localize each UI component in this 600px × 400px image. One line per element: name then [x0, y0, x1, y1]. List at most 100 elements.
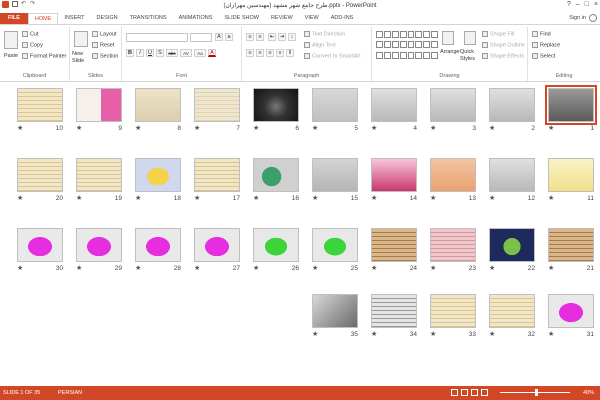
tab-home[interactable]: HOME	[27, 13, 59, 24]
zoom-slider-handle[interactable]	[535, 389, 538, 396]
animation-star-icon[interactable]: ★	[76, 264, 82, 272]
animation-star-icon[interactable]: ★	[17, 124, 23, 132]
animation-star-icon[interactable]: ★	[489, 124, 495, 132]
tab-review[interactable]: REVIEW	[265, 13, 299, 24]
copy-button[interactable]: Copy	[22, 42, 43, 48]
layout-button[interactable]: Layout	[92, 31, 117, 37]
tab-file[interactable]: FILE	[0, 13, 28, 24]
tab-insert[interactable]: INSERT	[58, 13, 90, 24]
animation-star-icon[interactable]: ★	[489, 194, 495, 202]
convert-smartart-button[interactable]: Convert to SmartArt	[304, 53, 361, 59]
animation-star-icon[interactable]: ★	[312, 330, 318, 338]
animation-star-icon[interactable]: ★	[430, 194, 436, 202]
tab-slide-show[interactable]: SLIDE SHOW	[218, 13, 265, 24]
sign-in-link[interactable]: Sign in	[569, 15, 586, 21]
animation-star-icon[interactable]: ★	[371, 124, 377, 132]
slide-thumbnail[interactable]	[17, 228, 63, 262]
arrange-icon[interactable]	[442, 31, 454, 45]
slide-thumbnail[interactable]	[194, 228, 240, 262]
normal-view-icon[interactable]	[451, 389, 458, 396]
replace-button[interactable]: Replace	[532, 42, 560, 48]
help-button[interactable]: ?	[567, 1, 571, 8]
align-right-icon[interactable]: ≡	[266, 49, 274, 57]
shrink-font-icon[interactable]: a	[225, 33, 233, 41]
slide-thumbnail[interactable]	[489, 294, 535, 328]
arrange-button[interactable]: Arrange	[440, 49, 460, 55]
animation-star-icon[interactable]: ★	[548, 194, 554, 202]
language-indicator[interactable]: PERSIAN	[58, 390, 82, 396]
animation-star-icon[interactable]: ★	[76, 124, 82, 132]
cut-button[interactable]: Cut	[22, 31, 39, 37]
font-size-combo[interactable]	[190, 33, 212, 42]
animation-star-icon[interactable]: ★	[253, 264, 259, 272]
slide-thumbnail[interactable]	[548, 294, 594, 328]
slide-thumbnail[interactable]	[312, 88, 358, 122]
zoom-level[interactable]: 40%	[583, 390, 594, 396]
align-left-icon[interactable]: ≡	[246, 49, 254, 57]
animation-star-icon[interactable]: ★	[489, 264, 495, 272]
animation-star-icon[interactable]: ★	[135, 124, 141, 132]
minimize-button[interactable]: –	[576, 1, 580, 8]
slide-sorter-view-icon[interactable]	[461, 389, 468, 396]
animation-star-icon[interactable]: ★	[548, 330, 554, 338]
shapes-gallery[interactable]	[376, 31, 438, 61]
line-spacing-icon[interactable]: ↕	[288, 33, 296, 41]
animation-star-icon[interactable]: ★	[194, 124, 200, 132]
slide-thumbnail[interactable]	[194, 158, 240, 192]
quick-styles-icon[interactable]	[464, 31, 476, 45]
text-direction-button[interactable]: Text Direction	[304, 31, 345, 37]
maximize-button[interactable]: □	[585, 1, 589, 8]
decrease-indent-icon[interactable]: ⇤	[268, 33, 276, 41]
slide-thumbnail[interactable]	[545, 85, 597, 125]
tab-animations[interactable]: ANIMATIONS	[173, 13, 219, 24]
justify-icon[interactable]: ≡	[276, 49, 284, 57]
slide-thumbnail[interactable]	[194, 88, 240, 122]
tab-transitions[interactable]: TRANSITIONS	[124, 13, 173, 24]
slide-thumbnail[interactable]	[253, 228, 299, 262]
animation-star-icon[interactable]: ★	[194, 264, 200, 272]
slide-thumbnail[interactable]	[489, 88, 535, 122]
slide-sorter[interactable]: ★ 1 ★ 2 ★ 3 ★ 4 ★ 5 ★ 6 ★ 7 ★ 8 ★ 9 ★ 10 ★ 11 ★ 12 ★ 13 ★ 14 ★ 15 ★ 16 ★…	[0, 82, 600, 384]
tab-add-ins[interactable]: ADD-INS	[325, 13, 360, 24]
new-slide-icon[interactable]	[74, 31, 88, 47]
tab-view[interactable]: VIEW	[299, 13, 325, 24]
slide-thumbnail[interactable]	[76, 158, 122, 192]
paste-icon[interactable]	[4, 31, 18, 49]
underline-button[interactable]: U	[146, 49, 154, 57]
shape-outline-button[interactable]: Shape Outline	[482, 42, 525, 48]
bold-button[interactable]: B	[126, 49, 134, 57]
animation-star-icon[interactable]: ★	[548, 124, 554, 132]
align-text-button[interactable]: Align Text	[304, 42, 336, 48]
increase-indent-icon[interactable]: ⇥	[278, 33, 286, 41]
new-slide-button[interactable]: New Slide	[72, 51, 92, 65]
feedback-smiley-icon[interactable]	[589, 14, 597, 22]
paste-button[interactable]: Paste	[4, 53, 18, 59]
animation-star-icon[interactable]: ★	[135, 264, 141, 272]
slide-thumbnail[interactable]	[371, 88, 417, 122]
slide-thumbnail[interactable]	[548, 158, 594, 192]
slide-thumbnail[interactable]	[253, 158, 299, 192]
slide-thumbnail[interactable]	[135, 228, 181, 262]
italic-button[interactable]: I	[136, 49, 144, 57]
reset-button[interactable]: Reset	[92, 42, 114, 48]
slide-thumbnail[interactable]	[76, 88, 122, 122]
animation-star-icon[interactable]: ★	[253, 124, 259, 132]
slide-thumbnail[interactable]	[430, 228, 476, 262]
char-spacing-button[interactable]: AV	[180, 49, 192, 57]
slide-thumbnail[interactable]	[253, 88, 299, 122]
slide-thumbnail[interactable]	[76, 228, 122, 262]
slide-thumbnail[interactable]	[489, 228, 535, 262]
slide-thumbnail[interactable]	[17, 88, 63, 122]
animation-star-icon[interactable]: ★	[548, 264, 554, 272]
animation-star-icon[interactable]: ★	[312, 194, 318, 202]
shape-effects-button[interactable]: Shape Effects	[482, 53, 524, 59]
slide-thumbnail[interactable]	[430, 158, 476, 192]
slide-thumbnail[interactable]	[371, 294, 417, 328]
shape-fill-button[interactable]: Shape Fill	[482, 31, 514, 37]
font-name-combo[interactable]	[126, 33, 188, 42]
slide-thumbnail[interactable]	[489, 158, 535, 192]
grow-font-icon[interactable]: A	[215, 33, 223, 41]
slide-thumbnail[interactable]	[548, 228, 594, 262]
animation-star-icon[interactable]: ★	[76, 194, 82, 202]
animation-star-icon[interactable]: ★	[430, 124, 436, 132]
